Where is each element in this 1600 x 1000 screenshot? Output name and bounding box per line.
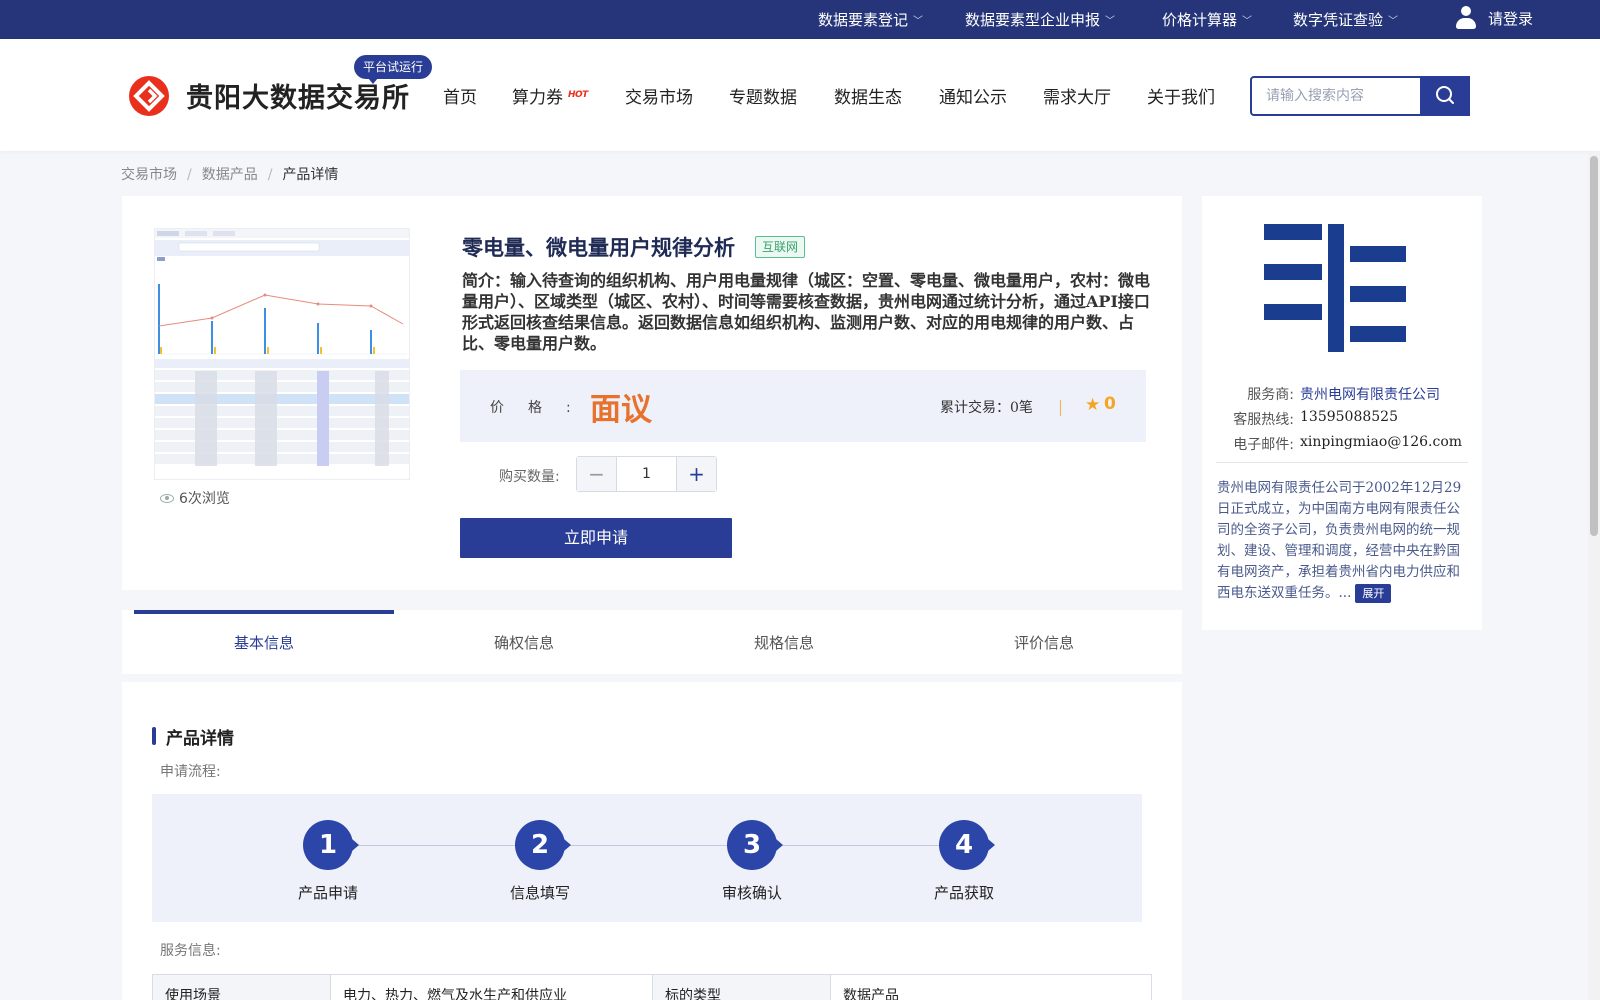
main-header: 贵阳大数据交易所 平台试运行 首页 算力券 HOT 交易市场 专题数据 数据生态… [0,39,1600,151]
view-count: 6次浏览 [160,488,230,508]
nav-home[interactable]: 首页 [443,83,477,108]
price-panel: 价格: 面议 累计交易：0笔 ★ 0 [460,370,1146,442]
breadcrumb: 交易市场 / 数据产品 / 产品详情 [121,167,339,183]
flow-step: 3 审核确认 [682,820,822,903]
breadcrumb-item-market[interactable]: 交易市场 [121,167,177,183]
tab-basic-info[interactable]: 基本信息 [134,610,394,674]
flow-connector [332,845,972,846]
category-tag: 互联网 [755,236,806,258]
topbar-item-voucher-check[interactable]: 数字凭证查验 ﹀ [1293,9,1398,30]
step-number: 1 [303,820,359,870]
topbar-item-data-registration[interactable]: 数据要素登记 ﹀ [818,9,923,30]
step-number: 4 [939,820,995,870]
supplier-description: 贵州电网有限责任公司于2002年12月29日正式成立，为中国南方电网有限责任公司… [1217,480,1462,603]
supplier-logo[interactable] [1264,224,1414,360]
rating-value: 0 [1104,394,1116,414]
product-thumbnail[interactable] [154,228,410,480]
product-detail-section: 产品详情 申请流程: 1 产品申请 2 信息填写 3 审核确认 4 产品获取 服… [122,682,1182,1000]
provider-link[interactable]: 贵州电网有限责任公司 [1300,384,1440,404]
breadcrumb-item-data-products[interactable]: 数据产品 [202,167,258,183]
section-title: 产品详情 [152,724,234,749]
product-title: 零电量、微电量用户规律分析 [462,235,735,260]
breadcrumb-current: 产品详情 [282,167,339,183]
chevron-down-icon: ﹀ [1388,16,1399,27]
search-icon [1436,86,1454,104]
chevron-down-icon: ﹀ [1105,16,1116,27]
hotline-row: 客服热线: 13595088525 [1233,409,1398,428]
topbar-item-price-calculator[interactable]: 价格计算器 ﹀ [1162,9,1252,30]
divider [1216,462,1468,463]
quantity-stepper: − 1 + [576,456,717,492]
decrement-button[interactable]: − [577,457,617,491]
search-button[interactable] [1420,76,1470,116]
trial-badge: 平台试运行 [354,55,433,84]
nav-about-us[interactable]: 关于我们 [1147,83,1215,108]
nav-data-ecosystem[interactable]: 数据生态 [834,83,902,108]
email-row: 电子邮件: xinpingmiao@126.com [1233,434,1463,453]
detail-tabs: 基本信息 确权信息 规格信息 评价信息 [122,610,1182,674]
quantity-value[interactable]: 1 [617,457,676,491]
user-icon [1455,6,1477,30]
star-icon: ★ [1085,395,1101,415]
step-label: 信息填写 [509,884,570,902]
product-card: 6次浏览 零电量、微电量用户规律分析 互联网 简介：输入待查询的组织机构、用户用… [122,196,1182,590]
page-scrollbar[interactable] [1588,152,1600,1000]
table-key: 标的类型 [652,974,831,1000]
price-label: 价格: [490,400,595,416]
nav-market[interactable]: 交易市场 [625,83,693,108]
chevron-down-icon: ﹀ [1242,16,1253,27]
tab-rights-info[interactable]: 确权信息 [394,610,654,674]
scrollbar-thumb[interactable] [1590,156,1598,536]
exchange-logo-icon[interactable] [128,75,170,117]
table-key: 使用场景 [152,974,331,1000]
top-utility-bar: 数据要素登记 ﹀ 数据要素型企业申报 ﹀ 价格计算器 ﹀ 数字凭证查验 ﹀ 请登录 [0,0,1600,39]
table-row: 使用场景 电力、热力、燃气及水生产和供应业 标的类型 数据产品 [152,974,1152,1000]
service-info-label: 服务信息: [160,943,221,959]
supplier-card: 服务商: 贵州电网有限责任公司 客服热线: 13595088525 电子邮件: … [1202,196,1482,630]
step-label: 审核确认 [721,884,782,902]
tab-spec-info[interactable]: 规格信息 [654,610,914,674]
step-label: 产品获取 [933,884,994,902]
provider-row: 服务商: 贵州电网有限责任公司 [1222,384,1440,404]
table-value: 数据产品 [830,974,1152,1000]
expand-button[interactable]: 展开 [1355,584,1392,603]
application-flow: 1 产品申请 2 信息填写 3 审核确认 4 产品获取 [152,794,1142,922]
topbar-item-enterprise-report[interactable]: 数据要素型企业申报 ﹀ [965,9,1115,30]
table-value: 电力、热力、燃气及水生产和供应业 [330,974,653,1000]
nav-demand-hall[interactable]: 需求大厅 [1043,83,1111,108]
email-value: xinpingmiao@126.com [1300,434,1463,450]
increment-button[interactable]: + [676,457,716,491]
hot-badge: HOT [568,90,588,100]
step-label: 产品申请 [297,884,358,902]
chevron-down-icon: ﹀ [913,16,924,27]
nav-notices[interactable]: 通知公示 [939,83,1007,108]
flow-step: 2 信息填写 [470,820,610,903]
hotline-value: 13595088525 [1300,409,1398,425]
login-link[interactable]: 请登录 [1455,6,1533,30]
nav-compute-voucher[interactable]: 算力券 [512,83,563,108]
eye-icon [160,493,174,503]
flow-step: 4 产品获取 [894,820,1034,903]
process-label: 申请流程: [160,764,221,780]
step-number: 3 [727,820,783,870]
tab-review-info[interactable]: 评价信息 [914,610,1174,674]
flow-step: 1 产品申请 [258,820,398,903]
price-value: 面议 [590,392,652,428]
trade-count: 累计交易：0笔 [940,400,1033,416]
apply-button[interactable]: 立即申请 [460,518,732,558]
quantity-label: 购买数量: [499,469,560,485]
divider [1060,400,1061,416]
service-info-table: 使用场景 电力、热力、燃气及水生产和供应业 标的类型 数据产品 [152,974,1152,1000]
nav-topic-data[interactable]: 专题数据 [729,83,797,108]
step-number: 2 [515,820,571,870]
product-preview-image [155,229,409,479]
product-description: 简介：输入待查询的组织机构、用户用电量规律（城区：空置、零电量、微电量用户，农村… [462,271,1151,353]
